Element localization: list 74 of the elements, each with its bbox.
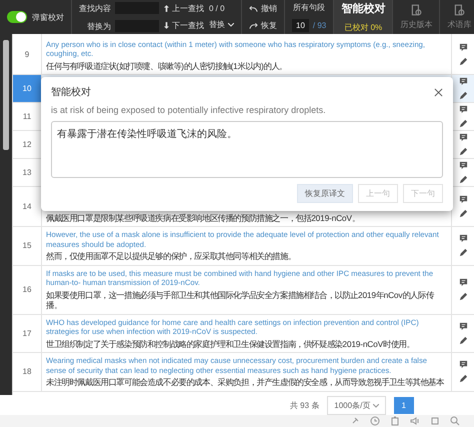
- up-arrow-icon: [164, 5, 169, 12]
- document-clock-icon: [410, 4, 422, 16]
- total-count: 共 93 条: [290, 400, 320, 410]
- proofread-title: 智能校对: [341, 2, 386, 16]
- pencil-icon[interactable]: [458, 119, 468, 128]
- comment-icon[interactable]: [458, 278, 468, 287]
- pencil-icon[interactable]: [458, 336, 468, 345]
- terms-button[interactable]: 术语库: [447, 4, 472, 30]
- dialog-title: 智能校对: [51, 86, 91, 99]
- pencil-icon[interactable]: [458, 175, 468, 184]
- pencil-icon[interactable]: [458, 292, 468, 301]
- row-number[interactable]: 12: [13, 131, 41, 158]
- row-number[interactable]: 9: [13, 34, 41, 74]
- row-number[interactable]: 15: [13, 227, 41, 264]
- comment-icon[interactable]: [458, 42, 468, 52]
- row-number[interactable]: 16: [13, 266, 41, 314]
- pencil-icon[interactable]: [458, 248, 468, 258]
- segment-total: / 93: [312, 21, 326, 30]
- translation-text: 未注明时佩戴医用口罩可能会造成不必要的成本、采购负担，并产生虚假的安全感，从而导致忽视手卫生等其他基本: [46, 377, 445, 388]
- pencil-icon[interactable]: [458, 209, 468, 218]
- undo-icon: [249, 4, 258, 12]
- comment-icon[interactable]: [458, 161, 468, 170]
- window-icon: [430, 416, 440, 426]
- down-arrow-icon: [164, 22, 169, 29]
- dialog-source-text: is at risk of being exposed to potentially infective respiratory droplets.: [51, 105, 327, 115]
- pencil-icon[interactable]: [458, 374, 468, 384]
- search-icon: [450, 416, 460, 426]
- translation-text: 任何与有呼吸道症状(如打喷嚏、咳嗽等)的人密切接触(1米以内)的人。: [46, 60, 288, 71]
- find-count: 0 / 0: [209, 4, 225, 13]
- translation-text: 然而，仅使用面罩不足以提供足够的保护，应采取其他同等相关的措施。: [46, 251, 297, 262]
- previous-find-button[interactable]: 上一查找: [164, 3, 204, 14]
- caret-icon: [372, 404, 379, 408]
- undo-button[interactable]: 撤销: [249, 3, 277, 14]
- find-label: 查找内容: [79, 2, 111, 14]
- redo-button[interactable]: 恢复: [249, 20, 277, 31]
- history-button[interactable]: 历史版本: [400, 4, 432, 30]
- speaker-icon: [410, 416, 420, 426]
- replace-label: 替换为: [87, 20, 111, 32]
- translation-text: 世卫组织制定了关于感染预防和控制战略的家庭护理和卫生保健设置指南，供怀疑感染2019-nCoV时使用。: [46, 338, 416, 349]
- comment-icon[interactable]: [458, 234, 468, 244]
- row-number[interactable]: 14: [13, 187, 41, 226]
- comment-icon[interactable]: [458, 133, 468, 142]
- pencil-icon[interactable]: [458, 147, 468, 156]
- translation-text: 佩戴医用口罩是限制某些呼吸道疾病在受影响地区传播的预防措施之一，包括2019-nCoV。: [46, 212, 361, 223]
- scrollbar-thumb[interactable]: [3, 40, 9, 150]
- pencil-icon[interactable]: [458, 56, 468, 66]
- comment-icon[interactable]: [458, 105, 468, 114]
- clipboard-icon: [390, 416, 400, 426]
- row-number[interactable]: 13: [13, 159, 41, 186]
- segments-label: 所有句段: [293, 2, 326, 13]
- row-number[interactable]: 11: [13, 103, 41, 130]
- comment-icon[interactable]: [458, 322, 468, 331]
- redo-icon: [249, 22, 258, 30]
- pencil-icon[interactable]: [458, 91, 468, 100]
- dialog-button[interactable]: 恢复原译文: [297, 184, 353, 203]
- history-icon: [370, 416, 380, 426]
- replace-menu[interactable]: 替换: [209, 19, 234, 30]
- toggle-label: 弹窗校对: [32, 12, 64, 22]
- close-icon[interactable]: [434, 88, 443, 96]
- popup-toggle[interactable]: [7, 11, 27, 23]
- page-size-select[interactable]: 1000条/页: [327, 396, 386, 414]
- comment-icon[interactable]: [458, 77, 468, 86]
- next-find-button[interactable]: 下一查找: [164, 20, 204, 31]
- translation-text: 如果要使用口罩，这一措施必须与手部卫生和其他国际化学品安全方案措施相结合，以防止2019年nCov的人际传播。: [46, 290, 436, 310]
- comment-icon[interactable]: [458, 195, 468, 204]
- caret-icon: [228, 22, 234, 26]
- current-segment: 10: [292, 19, 309, 32]
- page-button[interactable]: 1: [394, 396, 414, 414]
- comment-icon[interactable]: [458, 360, 468, 370]
- translation-input[interactable]: 有暴露于潜在传染性呼吸道飞沫的风险。: [51, 121, 443, 178]
- row-number[interactable]: 10: [13, 75, 41, 102]
- proofread-percentage: 已校对 0%: [344, 22, 382, 33]
- row-number[interactable]: 17: [13, 314, 41, 352]
- row-number[interactable]: 18: [13, 353, 41, 390]
